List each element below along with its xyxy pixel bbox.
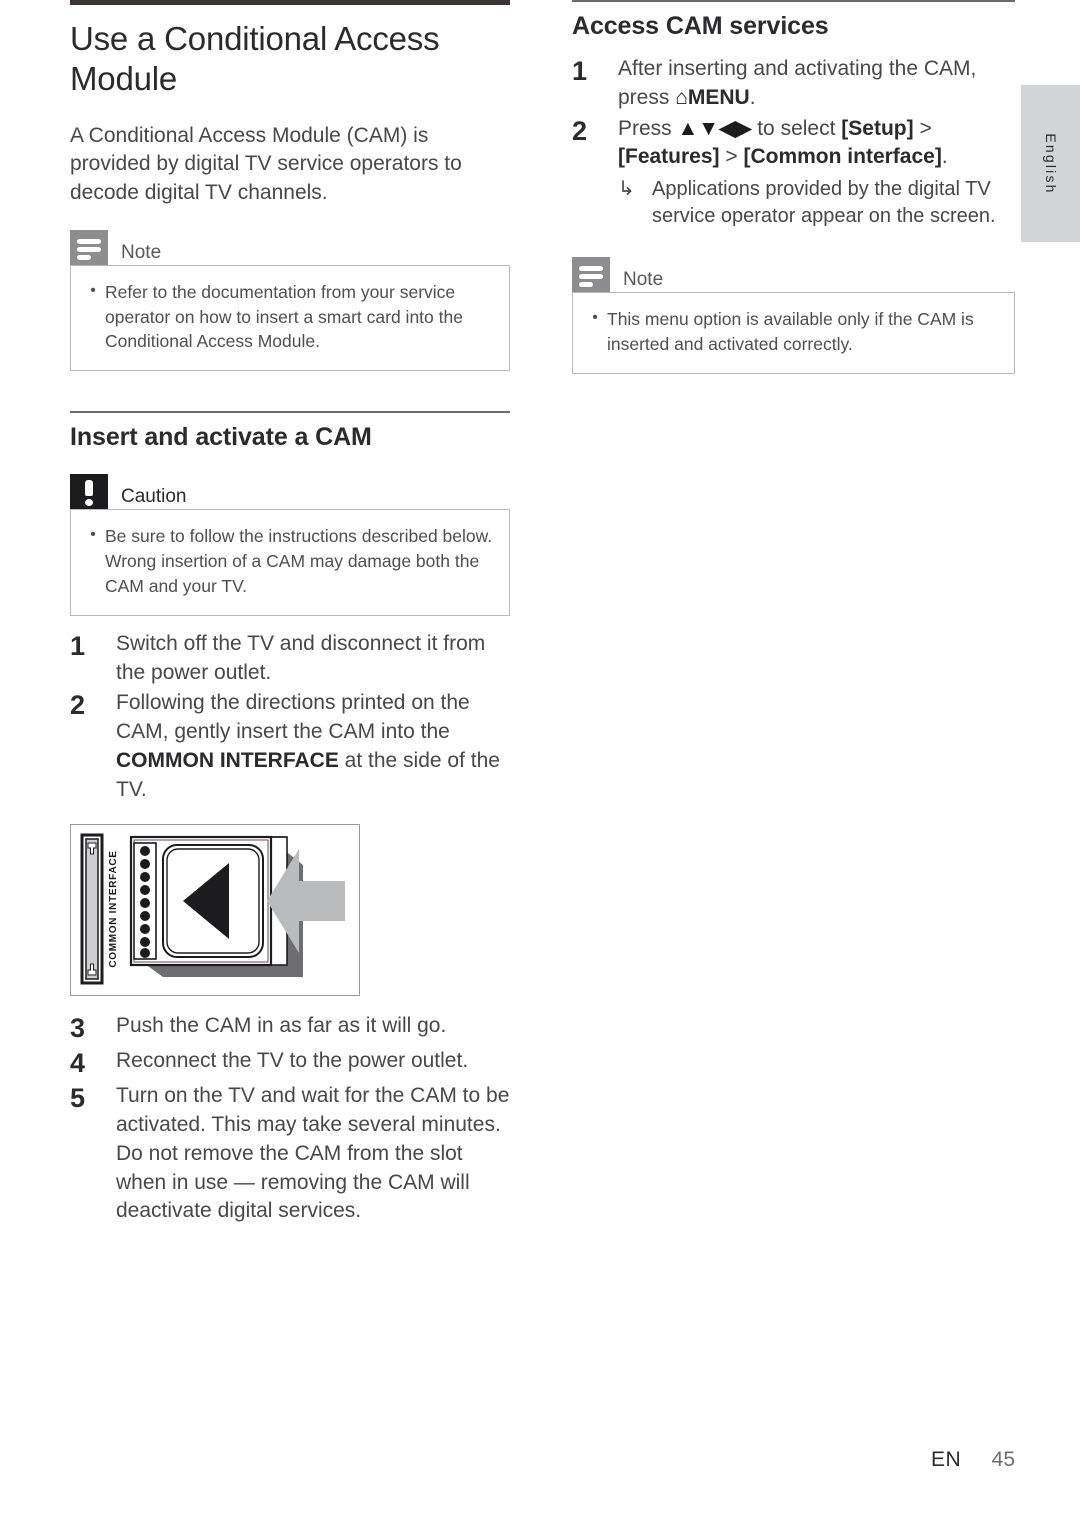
menu-path-separator: > bbox=[913, 116, 932, 140]
note-lines-icon bbox=[572, 256, 610, 292]
step-number: 2 bbox=[70, 690, 86, 721]
navigation-arrows-icon: ▲▼◀▶ bbox=[677, 116, 752, 140]
common-interface-slot bbox=[80, 833, 104, 985]
note-header: Note bbox=[70, 229, 510, 265]
language-tab-label: English bbox=[1042, 132, 1059, 195]
step-text-pre: Following the directions printed on the … bbox=[116, 691, 470, 744]
substep-text: Applications provided by the digital TV … bbox=[652, 178, 996, 228]
cam-diagram-svg: COMMON INTERFACE bbox=[80, 833, 345, 985]
note-label: Note bbox=[121, 241, 162, 263]
step-text: Turn on the TV and wait for the CAM to b… bbox=[116, 1084, 510, 1223]
step-number: 1 bbox=[572, 56, 588, 86]
step-item: 1 Switch off the TV and disconnect it fr… bbox=[70, 630, 510, 688]
step-number: 1 bbox=[70, 630, 86, 661]
home-icon: ⌂ bbox=[675, 85, 688, 109]
section-rule-right bbox=[572, 0, 1015, 2]
connector-pins bbox=[140, 846, 150, 959]
menu-path-setup: [Setup] bbox=[841, 116, 914, 140]
caution-item: • Be sure to follow the instructions des… bbox=[81, 524, 493, 599]
note-body: • Refer to the documentation from your s… bbox=[70, 264, 510, 372]
substep-result: ↳ Applications provided by the digital T… bbox=[572, 176, 1015, 231]
note-header: Note bbox=[572, 256, 1015, 292]
step-item: 5 Turn on the TV and wait for the CAM to… bbox=[70, 1082, 510, 1226]
menu-path-features: [Features] bbox=[618, 145, 720, 169]
bullet-icon: • bbox=[90, 281, 96, 299]
step-text-post: . bbox=[749, 85, 756, 109]
note-lines-icon bbox=[70, 229, 108, 265]
manual-page: English Use a Conditional Access Module … bbox=[0, 0, 1080, 1526]
slot-label: COMMON INTERFACE bbox=[108, 851, 119, 968]
step-item: 3 Push the CAM in as far as it will go. bbox=[70, 1012, 510, 1045]
step-text: After inserting and activating the CAM, … bbox=[618, 55, 1015, 113]
locale-code: EN bbox=[931, 1448, 962, 1471]
step-text: Press ▲▼◀▶ to select [Setup] > [Features… bbox=[618, 115, 1015, 173]
step-text: Following the directions printed on the … bbox=[116, 689, 510, 804]
exclamation-icon bbox=[70, 474, 108, 510]
step-item: 2 Following the directions printed on th… bbox=[70, 689, 510, 804]
note-box-left: Note • Refer to the documentation from y… bbox=[70, 229, 510, 372]
caution-body: • Be sure to follow the instructions des… bbox=[70, 509, 510, 616]
note-item-text: Refer to the documentation from your ser… bbox=[105, 281, 463, 352]
menu-path-common-interface: [Common interface] bbox=[743, 145, 942, 169]
bullet-icon: • bbox=[90, 526, 96, 544]
access-cam-steps: 1 After inserting and activating the CAM… bbox=[572, 55, 1015, 172]
note-item: • Refer to the documentation from your s… bbox=[81, 280, 493, 355]
note-box-right: Note • This menu option is available onl… bbox=[572, 256, 1015, 374]
note-label: Note bbox=[623, 268, 664, 290]
language-tab: English bbox=[1021, 85, 1080, 242]
section-heading-insert-cam: Insert and activate a CAM bbox=[70, 423, 372, 452]
step-text: Reconnect the TV to the power outlet. bbox=[116, 1049, 469, 1073]
step-item: 2 Press ▲▼◀▶ to select [Setup] > [Featur… bbox=[572, 115, 1015, 173]
step-item: 1 After inserting and activating the CAM… bbox=[572, 55, 1015, 113]
steps-before-figure: 1 Switch off the TV and disconnect it fr… bbox=[70, 630, 510, 805]
caution-header: Caution bbox=[70, 474, 510, 510]
page-title: Use a Conditional Access Module bbox=[70, 20, 440, 98]
intro-paragraph: A Conditional Access Module (CAM) is pro… bbox=[70, 123, 462, 205]
step-number: 4 bbox=[70, 1048, 86, 1079]
section-rule bbox=[70, 411, 510, 414]
note-item: • This menu option is available only if … bbox=[583, 307, 998, 357]
caution-label: Caution bbox=[121, 486, 187, 508]
steps-after-figure: 3 Push the CAM in as far as it will go. … bbox=[70, 1012, 510, 1226]
step-number: 3 bbox=[70, 1013, 86, 1044]
step-item: 4 Reconnect the TV to the power outlet. bbox=[70, 1047, 510, 1080]
page-footer: EN 45 bbox=[0, 1448, 1080, 1472]
menu-path-separator: > bbox=[719, 145, 744, 169]
note-body: • This menu option is available only if … bbox=[572, 291, 1015, 374]
title-rule bbox=[70, 0, 510, 5]
left-column: Use a Conditional Access Module A Condit… bbox=[70, 0, 510, 1228]
result-arrow-icon: ↳ bbox=[618, 178, 635, 201]
caution-item-text: Be sure to follow the instructions descr… bbox=[105, 526, 493, 597]
step-text: Switch off the TV and disconnect it from… bbox=[116, 631, 486, 684]
step-text-pre: Press bbox=[618, 116, 678, 140]
step-number: 2 bbox=[572, 115, 588, 146]
section-heading-access-cam: Access CAM services bbox=[572, 12, 829, 40]
caution-box: Caution • Be sure to follow the instruct… bbox=[70, 474, 510, 616]
step-number: 5 bbox=[70, 1083, 86, 1114]
step-text: Push the CAM in as far as it will go. bbox=[116, 1014, 447, 1038]
menu-button-label: MENU bbox=[687, 85, 750, 109]
note-item-text: This menu option is available only if th… bbox=[607, 308, 974, 354]
step-text-post: . bbox=[941, 145, 948, 169]
step-text-mid: to select bbox=[751, 116, 842, 140]
page-number: 45 bbox=[991, 1448, 1015, 1471]
bullet-icon: • bbox=[592, 308, 598, 326]
step-text-pre: After inserting and activating the CAM, … bbox=[618, 57, 977, 109]
step-text-bold: COMMON INTERFACE bbox=[116, 748, 339, 772]
cam-insertion-diagram: COMMON INTERFACE bbox=[70, 824, 360, 997]
right-column: Access CAM services 1 After inserting an… bbox=[572, 0, 1015, 374]
